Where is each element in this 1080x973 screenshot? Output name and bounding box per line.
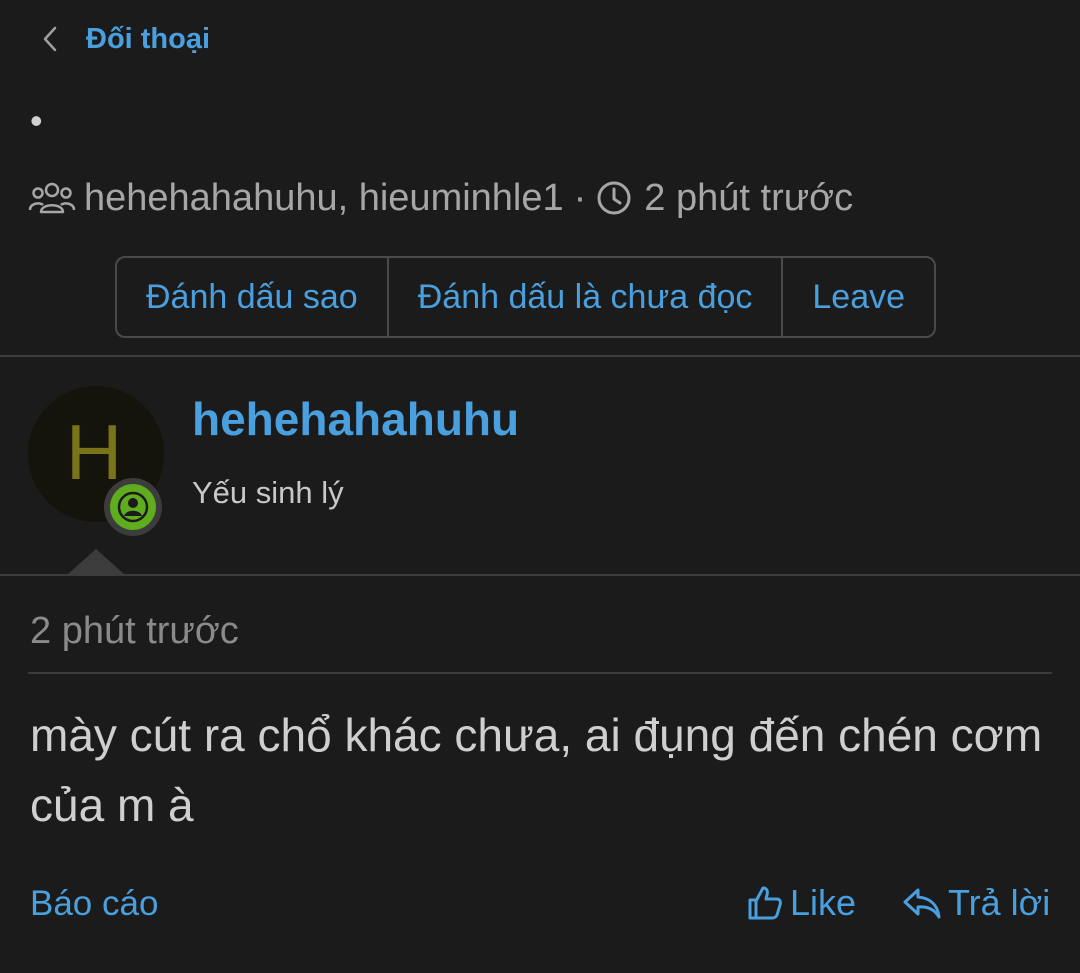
divider	[0, 574, 1080, 576]
meta-separator: ·	[573, 176, 587, 219]
online-status-badge	[104, 478, 162, 536]
chevron-left-icon[interactable]	[30, 19, 70, 59]
user-online-icon	[110, 484, 156, 530]
star-button[interactable]: Đánh dấu sao	[117, 258, 389, 336]
divider	[0, 355, 1080, 357]
reply-label: Trả lời	[948, 882, 1051, 923]
conversation-time: 2 phút trước	[644, 176, 854, 219]
thumbs-up-icon	[746, 884, 784, 922]
post-username[interactable]: hehehahahuhu	[192, 392, 519, 446]
conversation-title: •	[30, 100, 43, 141]
mark-unread-button[interactable]: Đánh dấu là chưa đọc	[389, 258, 784, 336]
back-link[interactable]: Đối thoại	[86, 23, 210, 56]
post-time[interactable]: 2 phút trước	[30, 610, 239, 653]
back-nav[interactable]: Đối thoại	[30, 14, 210, 64]
participants-list[interactable]: hehehahahuhu, hieuminhle1	[84, 177, 564, 220]
post-pointer	[67, 549, 125, 575]
message-body: mày cút ra chổ khác chưa, ai đụng đến ch…	[30, 709, 1043, 831]
report-link[interactable]: Báo cáo	[30, 884, 158, 924]
conversation-actions: Đánh dấu sao Đánh dấu là chưa đọc Leave	[115, 256, 937, 338]
like-label: Like	[790, 882, 857, 923]
divider	[28, 672, 1052, 674]
user-title: Yếu sinh lý	[192, 475, 344, 510]
leave-button[interactable]: Leave	[783, 258, 934, 336]
clock-icon	[596, 180, 632, 216]
like-button[interactable]: Like	[746, 882, 856, 924]
conversation-meta: hehehahahuhu, hieuminhle1 · 2 phút trước	[28, 170, 853, 226]
reply-button[interactable]: Trả lời	[902, 882, 1050, 924]
users-icon	[28, 180, 76, 216]
reply-icon	[902, 886, 942, 920]
